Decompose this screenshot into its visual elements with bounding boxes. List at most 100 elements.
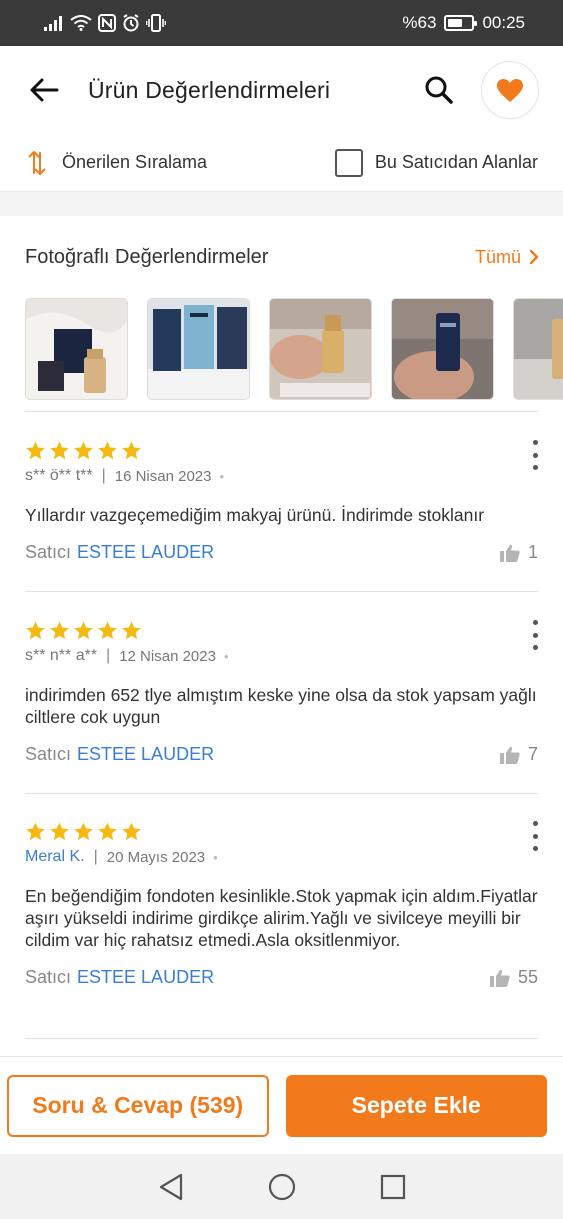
divider <box>25 1038 538 1039</box>
seller-row: Satıcı ESTEE LAUDER 7 <box>25 744 538 765</box>
system-navigation-bar <box>0 1154 563 1219</box>
more-options-button[interactable] <box>528 821 542 851</box>
seller-filter-label: Bu Satıcıdan Alanlar <box>374 152 538 172</box>
review-card: Meral K. | 20 Mayıs 2023 • En beğendiğim… <box>25 821 538 988</box>
review-text: En beğendiğim fondoten kesinlikle.Stok y… <box>25 886 538 950</box>
review-text: indirimden 652 tlye almıştım keske yine … <box>25 685 537 727</box>
meta-dot: • <box>213 849 218 865</box>
signal-icon <box>44 15 64 31</box>
see-all-label: Tümü <box>474 246 521 267</box>
star-icon <box>74 441 93 460</box>
chevron-right-icon <box>529 249 539 265</box>
favorite-button[interactable] <box>481 61 539 119</box>
search-button[interactable] <box>419 70 459 110</box>
seller-filter-checkbox[interactable] <box>334 148 363 177</box>
divider <box>25 793 538 794</box>
seller-link[interactable]: ESTEE LAUDER <box>77 967 214 988</box>
review-photo-thumbnail[interactable] <box>25 298 128 400</box>
star-icon <box>50 621 69 640</box>
divider <box>25 591 538 592</box>
review-photo-thumbnail[interactable] <box>147 298 250 400</box>
seller-prefix: Satıcı <box>25 967 72 987</box>
status-icons-left <box>44 14 166 32</box>
nav-back-icon[interactable] <box>158 1173 184 1201</box>
seller-link[interactable]: ESTEE LAUDER <box>77 542 214 563</box>
star-icon <box>50 822 69 841</box>
photo-reviews-header: Fotoğraflı Değerlendirmeler Tümü <box>0 216 563 298</box>
like-count: 7 <box>527 744 538 764</box>
reviewer-name: s** n** a** <box>25 647 98 664</box>
review-photo-thumbnail[interactable] <box>513 298 563 400</box>
seller-row: Satıcı ESTEE LAUDER 1 <box>25 542 538 563</box>
star-icon <box>74 621 93 640</box>
see-all-link[interactable]: Tümü <box>475 247 539 268</box>
photo-reviews-title: Fotoğraflı Değerlendirmeler <box>25 245 269 268</box>
review-card: s** ö** t** | 16 Nisan 2023 • Yıllardır … <box>25 440 538 563</box>
review-text: Yıllardır vazgeçemediğim makyaj ürünü. İ… <box>25 505 485 525</box>
seller-filter[interactable]: Bu Satıcıdan Alanlar <box>334 148 538 177</box>
meta-dot: • <box>223 648 229 664</box>
section-separator <box>0 193 563 216</box>
photo-thumbnails <box>0 298 563 402</box>
review-card: s** n** a** | 12 Nisan 2023 • indirimden… <box>25 620 538 765</box>
like-button[interactable]: 55 <box>489 967 538 988</box>
more-options-button[interactable] <box>528 620 542 650</box>
search-icon <box>425 76 453 104</box>
seller-link[interactable]: ESTEE LAUDER <box>77 744 214 765</box>
heart-icon <box>497 78 523 102</box>
sort-label: Önerilen Sıralama <box>62 152 208 172</box>
battery-level-fill <box>448 19 463 27</box>
divider <box>25 411 538 412</box>
seller-prefix: Satıcı <box>25 744 72 764</box>
review-date: 20 Mayıs 2023 <box>106 848 206 866</box>
back-arrow-icon <box>30 78 59 102</box>
review-photo-thumbnail[interactable] <box>391 298 494 400</box>
meta-dot: • <box>219 468 225 484</box>
star-icon <box>50 441 69 460</box>
like-button[interactable]: 7 <box>499 744 538 765</box>
star-icon <box>26 621 45 640</box>
more-options-button[interactable] <box>528 440 542 470</box>
add-to-cart-button[interactable]: Sepete Ekle <box>285 1074 547 1137</box>
seller-prefix: Satıcı <box>25 542 72 562</box>
thumbs-up-icon <box>499 746 520 764</box>
bottom-action-bar: Soru & Cevap (539) Sepete Ekle <box>0 1056 563 1154</box>
review-meta: s** ö** t** | 16 Nisan 2023 • <box>25 467 538 485</box>
seller-row: Satıcı ESTEE LAUDER 55 <box>25 967 538 988</box>
star-icon <box>122 441 141 460</box>
vibrate-icon <box>146 14 166 32</box>
nav-recents-icon[interactable] <box>380 1174 406 1200</box>
battery-percent: %63 <box>402 13 437 32</box>
review-meta: Meral K. | 20 Mayıs 2023 • <box>25 848 538 866</box>
questions-answers-button[interactable]: Soru & Cevap (539) <box>7 1074 269 1137</box>
filter-bar: Önerilen Sıralama Bu Satıcıdan Alanlar <box>0 134 563 192</box>
reviewer-name: Meral K. <box>25 848 85 865</box>
star-icon <box>98 621 117 640</box>
review-meta: s** n** a** | 12 Nisan 2023 • <box>25 647 538 665</box>
star-icon <box>74 822 93 841</box>
star-icon <box>26 822 45 841</box>
star-rating <box>25 821 538 842</box>
thumbs-up-icon <box>499 544 520 562</box>
star-icon <box>122 822 141 841</box>
like-button[interactable]: 1 <box>499 542 538 563</box>
battery-icon <box>444 15 478 31</box>
sort-button[interactable]: Önerilen Sıralama <box>28 149 207 177</box>
app-header: Ürün Değerlendirmeleri <box>0 46 563 134</box>
alarm-icon <box>122 14 140 32</box>
star-icon <box>98 441 117 460</box>
reviewer-name: s** ö** t** <box>25 467 93 484</box>
nav-home-icon[interactable] <box>268 1173 296 1201</box>
review-photo-thumbnail[interactable] <box>269 298 372 400</box>
star-rating <box>25 620 538 641</box>
like-count: 1 <box>527 542 538 562</box>
page-title: Ürün Değerlendirmeleri <box>88 76 331 103</box>
back-button[interactable] <box>24 70 64 110</box>
meta-separator: | <box>93 848 98 865</box>
like-count: 55 <box>517 967 538 987</box>
star-rating <box>25 440 538 461</box>
meta-separator: | <box>106 647 111 664</box>
review-date: 12 Nisan 2023 <box>119 647 216 665</box>
thumbs-up-icon <box>489 969 510 987</box>
star-icon <box>122 621 141 640</box>
